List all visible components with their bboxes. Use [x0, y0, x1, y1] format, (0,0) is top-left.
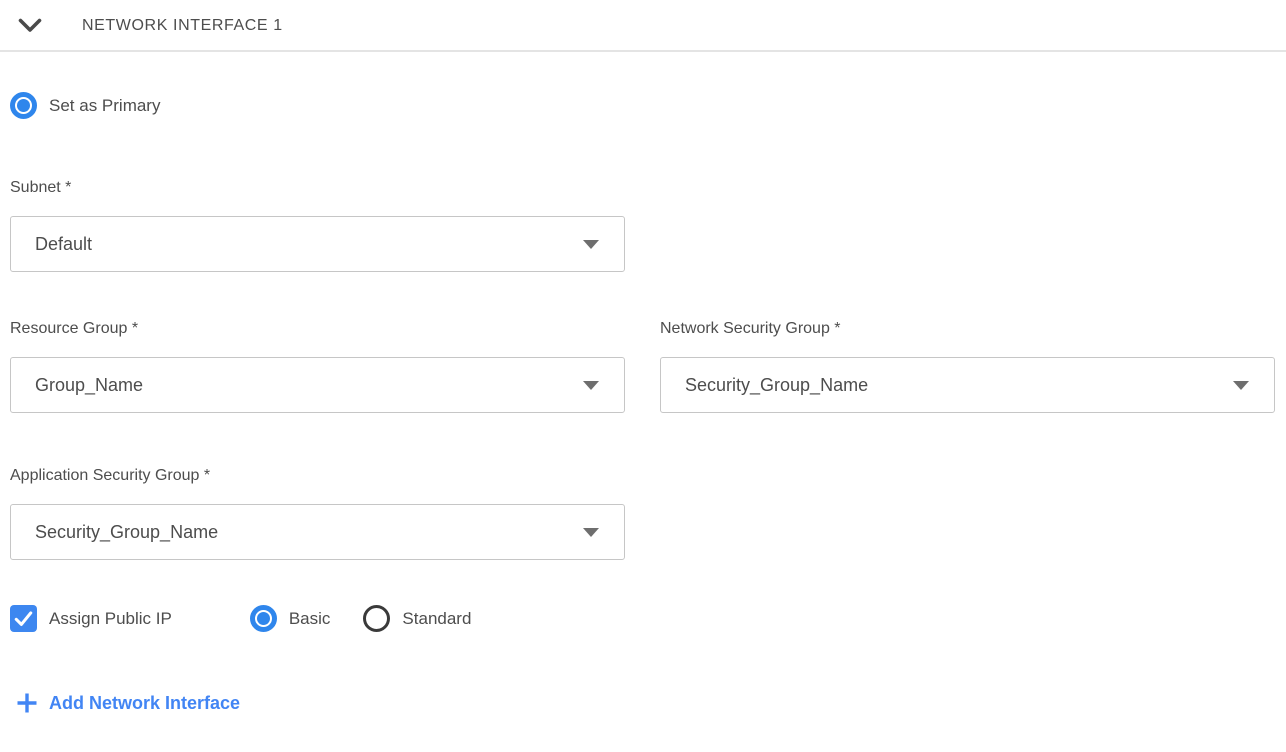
standard-label: Standard [402, 609, 471, 629]
application-security-group-label: Application Security Group * [10, 467, 625, 485]
resource-group-field: Resource Group * Group_Name [10, 320, 625, 413]
application-security-group-dropdown[interactable]: Security_Group_Name [10, 504, 625, 560]
basic-label: Basic [289, 609, 331, 629]
add-network-interface-label: Add Network Interface [49, 693, 240, 714]
resource-group-dropdown[interactable]: Group_Name [10, 357, 625, 413]
dropdown-caret-icon [583, 381, 599, 390]
add-network-interface-button[interactable]: Add Network Interface [16, 692, 240, 714]
dropdown-caret-icon [583, 528, 599, 537]
application-security-group-field: Application Security Group * Security_Gr… [10, 467, 625, 560]
groups-row: Resource Group * Group_Name Network Secu… [10, 320, 1286, 413]
radio-dot-icon [257, 612, 270, 625]
set-as-primary-radio[interactable] [10, 92, 37, 119]
network-security-group-value: Security_Group_Name [685, 375, 1233, 396]
application-security-group-row: Application Security Group * Security_Gr… [10, 467, 1286, 560]
assign-public-ip-option[interactable]: Assign Public IP [10, 605, 172, 632]
subnet-dropdown[interactable]: Default [10, 216, 625, 272]
public-ip-options-row: Assign Public IP Basic Standard [10, 605, 1286, 632]
assign-public-ip-checkbox[interactable] [10, 605, 37, 632]
subnet-value: Default [35, 234, 583, 255]
ip-sku-basic-option[interactable]: Basic [250, 605, 331, 632]
basic-radio[interactable] [250, 605, 277, 632]
network-interface-panel: NETWORK INTERFACE 1 Set as Primary Subne… [0, 0, 1286, 752]
dropdown-caret-icon [583, 240, 599, 249]
dropdown-caret-icon [1233, 381, 1249, 390]
network-security-group-label: Network Security Group * [660, 320, 1275, 338]
ip-sku-standard-option[interactable]: Standard [363, 605, 471, 632]
chevron-down-icon[interactable] [18, 18, 42, 34]
network-security-group-field: Network Security Group * Security_Group_… [660, 320, 1275, 413]
assign-public-ip-label: Assign Public IP [49, 609, 172, 629]
resource-group-value: Group_Name [35, 375, 583, 396]
set-as-primary-option[interactable]: Set as Primary [10, 92, 1286, 119]
subnet-label: Subnet * [10, 179, 625, 197]
standard-radio[interactable] [363, 605, 390, 632]
checkmark-icon [12, 607, 35, 630]
set-as-primary-label: Set as Primary [49, 96, 160, 116]
section-body: Set as Primary Subnet * Default Resource… [0, 92, 1286, 719]
section-header-network-interface-1[interactable]: NETWORK INTERFACE 1 [0, 0, 1286, 40]
section-divider [0, 50, 1286, 52]
network-security-group-dropdown[interactable]: Security_Group_Name [660, 357, 1275, 413]
plus-icon [16, 692, 38, 714]
application-security-group-value: Security_Group_Name [35, 522, 583, 543]
resource-group-label: Resource Group * [10, 320, 625, 338]
radio-dot-icon [17, 99, 30, 112]
subnet-field: Subnet * Default [10, 179, 625, 272]
subnet-row: Subnet * Default [10, 179, 1286, 272]
section-title: NETWORK INTERFACE 1 [82, 17, 283, 35]
